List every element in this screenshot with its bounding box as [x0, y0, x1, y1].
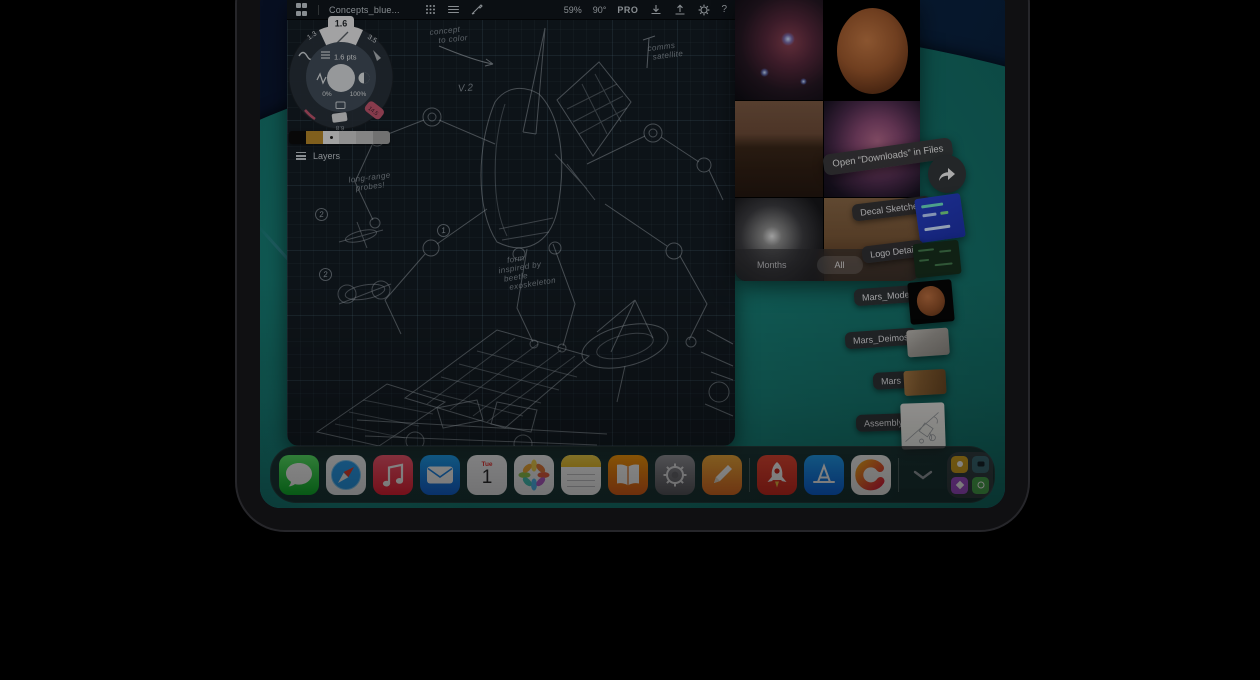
concepts-window: concept to color V.2 comms satellite lon…	[287, 0, 735, 446]
camera-mini-icon	[972, 456, 989, 473]
dots-grid-icon[interactable]	[424, 3, 437, 16]
calendar-day: 1	[467, 468, 507, 487]
filter-all[interactable]: All	[817, 256, 863, 274]
tool-wheel[interactable]: 1.6 1.3 3.5 14.5 6.8 1.6 pts	[287, 14, 401, 136]
pro-badge[interactable]: PRO	[617, 5, 638, 15]
settings-app-icon[interactable]	[655, 455, 695, 495]
dock-collapse-button[interactable]	[906, 455, 940, 495]
layers-menu-icon	[296, 150, 306, 162]
star-mini-icon	[951, 477, 968, 494]
drag-thumb-assembly[interactable]	[900, 402, 946, 450]
photo-mars-landscape[interactable]	[735, 101, 823, 197]
tool-size-bottom: 6.8	[335, 124, 344, 130]
drag-thumb-logo-detail[interactable]	[912, 240, 961, 279]
toolbar-divider	[318, 5, 319, 15]
share-forward-button[interactable]	[928, 155, 966, 193]
app-library-icon[interactable]	[947, 452, 993, 498]
annotation-version: V.2	[458, 83, 474, 93]
help-button[interactable]: ?	[721, 4, 727, 15]
books-app-icon[interactable]	[608, 455, 648, 495]
opacity-min: 0%	[322, 91, 332, 98]
swatch-black[interactable]	[289, 131, 306, 144]
photos-window: Months All	[735, 0, 920, 281]
mail-app-icon[interactable]	[420, 455, 460, 495]
layers-button[interactable]: Layers	[296, 150, 340, 162]
active-tool-size: 1.6	[335, 19, 348, 29]
document-title[interactable]: Concepts_blue...	[329, 5, 400, 15]
stroke-width-value: 1.6 pts	[334, 53, 357, 62]
stage: concept to color V.2 comms satellite lon…	[0, 0, 1260, 680]
swatch-white-selected[interactable]	[323, 131, 340, 144]
timer-mini-icon	[972, 477, 989, 494]
dock: Tue 1	[270, 446, 995, 503]
notes-yellow-band	[561, 455, 601, 467]
drag-thumb-mars-model[interactable]	[907, 279, 954, 325]
concepts-app-icon[interactable]	[851, 455, 891, 495]
ipad-screen: concept to color V.2 comms satellite lon…	[260, 0, 1005, 508]
safari-app-icon[interactable]	[326, 455, 366, 495]
app-store-app-icon[interactable]	[804, 455, 844, 495]
selected-swatch-dot	[330, 136, 333, 139]
notes-app-icon[interactable]	[561, 455, 601, 495]
pages-app-icon[interactable]	[702, 455, 742, 495]
dock-divider	[898, 458, 899, 492]
drag-thumb-mars-deimos[interactable]	[906, 328, 950, 358]
drag-thumb-mars[interactable]	[903, 369, 946, 396]
opacity-max: 100%	[350, 91, 367, 98]
photo-mars-globe[interactable]	[824, 0, 920, 100]
filter-months[interactable]: Months	[757, 260, 787, 270]
dock-divider	[749, 458, 750, 492]
swatch-gray-dark[interactable]	[373, 131, 390, 144]
zoom-level[interactable]: 59%	[564, 5, 582, 15]
swatch-gold[interactable]	[306, 131, 323, 144]
pen-tool-icon[interactable]	[470, 3, 483, 16]
calendar-app-icon[interactable]: Tue 1	[467, 455, 507, 495]
rotation-value[interactable]: 90°	[593, 5, 607, 15]
rocket-app-icon[interactable]	[757, 455, 797, 495]
tool-wheel-center[interactable]	[327, 64, 355, 92]
export-share-icon[interactable]	[673, 3, 686, 16]
swatch-gray-light[interactable]	[339, 131, 356, 144]
messages-app-icon[interactable]	[279, 455, 319, 495]
photo-horsehead-nebula[interactable]	[735, 0, 823, 100]
forward-arrow-icon	[937, 165, 957, 183]
music-app-icon[interactable]	[373, 455, 413, 495]
import-icon[interactable]	[649, 3, 662, 16]
tips-mini-icon	[951, 456, 968, 473]
layers-label: Layers	[313, 151, 340, 161]
color-swatch-bar[interactable]	[289, 131, 390, 144]
drag-thumb-decal-sketches[interactable]	[914, 193, 966, 243]
settings-gear-icon[interactable]	[697, 3, 710, 16]
photos-app-icon[interactable]	[514, 455, 554, 495]
swatch-gray[interactable]	[356, 131, 373, 144]
layers-stack-icon[interactable]	[447, 3, 460, 16]
photo-grid	[735, 0, 920, 281]
chevron-down-icon	[913, 470, 933, 480]
